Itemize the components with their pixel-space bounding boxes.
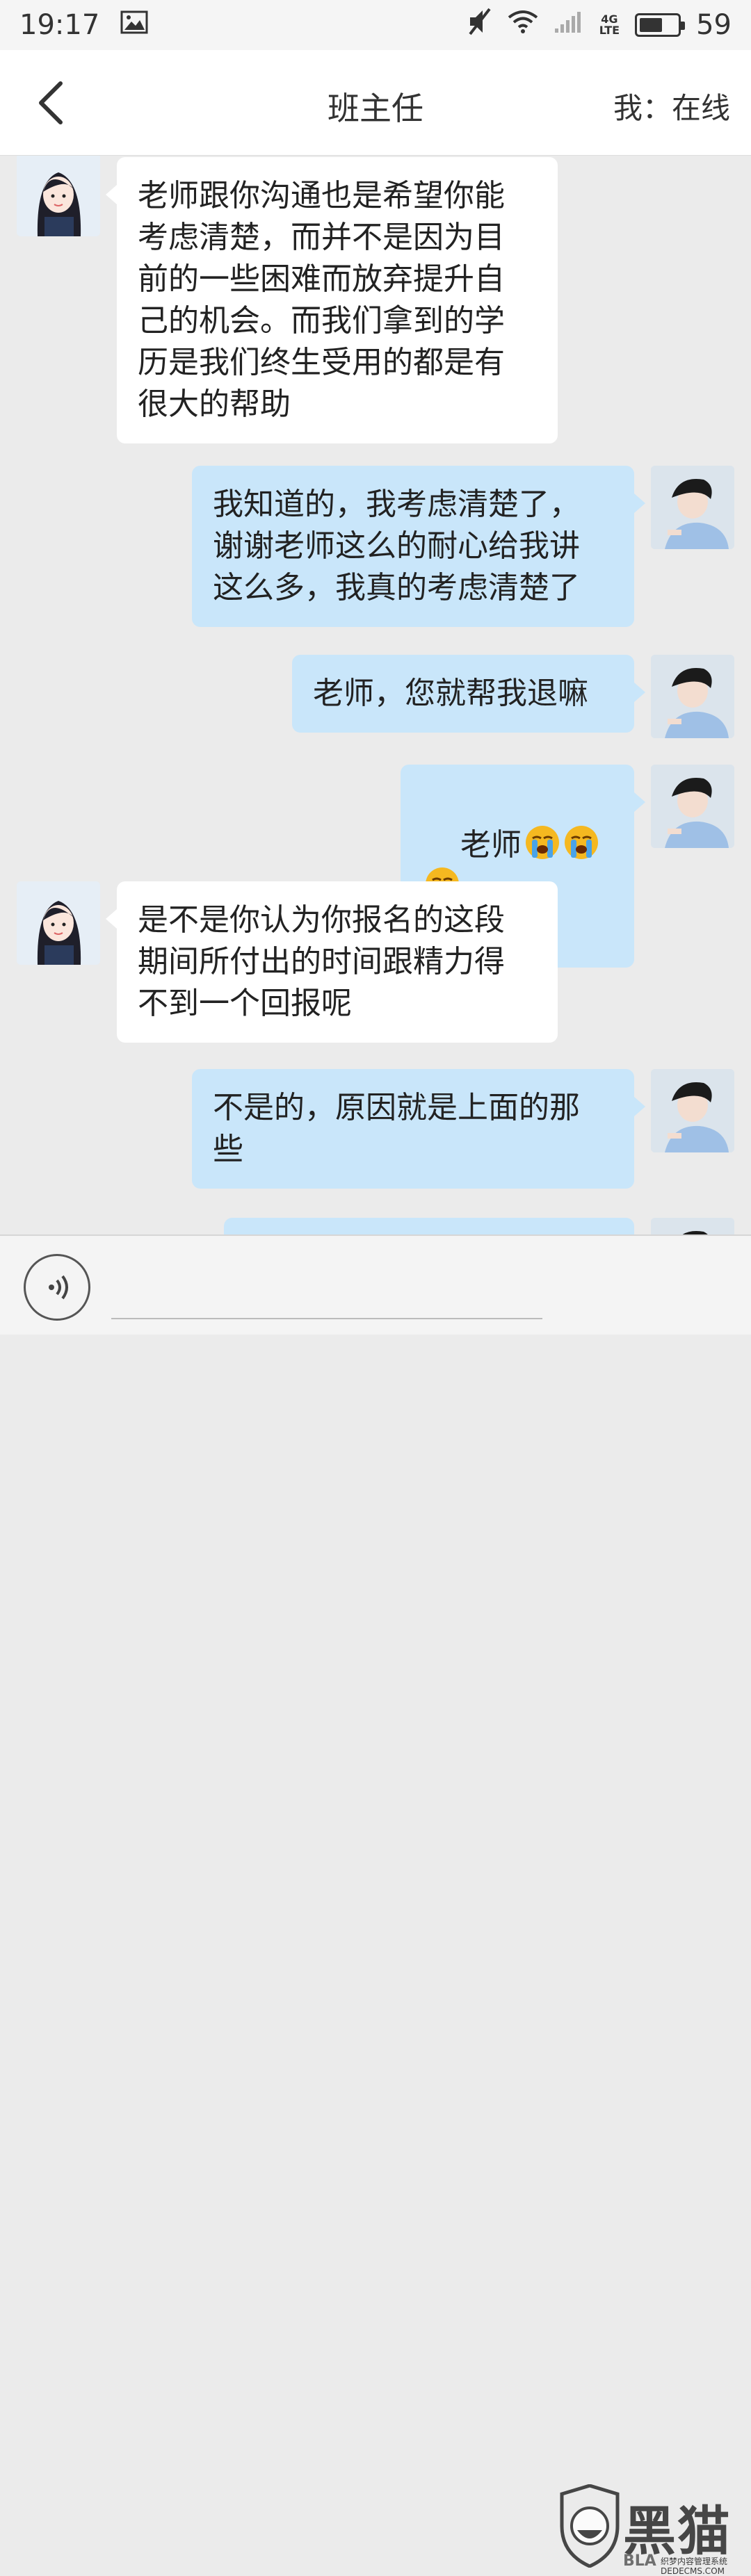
watermark: 黑猫 BLA 织梦内容管理系统 DEDECMS.COM [556, 2484, 751, 2576]
shield-logo-icon [560, 2484, 620, 2568]
status-bar: 19:17 4G LTE 59 [0, 0, 751, 50]
voice-icon [49, 1275, 68, 1300]
signal-icon [554, 9, 584, 41]
teacher-avatar[interactable] [17, 156, 100, 236]
battery-level: 59 [696, 9, 732, 41]
chat-header: 班主任 我：在线 [0, 50, 751, 156]
message-bubble-outgoing[interactable]: 老师，您就帮我退嘛 [292, 655, 645, 733]
message-bubble-outgoing[interactable]: 不是的，原因就是上面的那 些 [192, 1069, 645, 1189]
loudly-crying-face-icon [564, 826, 598, 859]
input-bar: 黑猫 BLA 织梦内容管理系统 DEDECMS.COM [0, 1234, 751, 2576]
my-avatar[interactable] [651, 1218, 734, 1234]
network-type-bottom: LTE [599, 24, 620, 37]
watermark-site: 织梦内容管理系统 DEDECMS.COM [661, 2557, 728, 2576]
status-time: 19:17 [19, 9, 100, 41]
mute-icon [467, 8, 492, 42]
battery-fill [640, 18, 663, 32]
my-avatar[interactable] [651, 1069, 734, 1152]
loudly-crying-face-icon [525, 826, 559, 859]
battery-icon [635, 13, 686, 37]
my-avatar[interactable] [651, 466, 734, 549]
message-bubble-incoming[interactable]: 是不是你认为你报名的这段 期间所付出的时间跟精力得 不到一个回报呢 [106, 881, 558, 1043]
voice-input-button[interactable] [24, 1254, 90, 1321]
message-bubble-incoming[interactable]: 老师跟你沟通也是希望你能 考虑清楚，而并不是因为目 前的一些困难而放弃提升自 己… [106, 157, 558, 443]
my-avatar[interactable] [651, 765, 734, 848]
teacher-avatar[interactable] [17, 881, 100, 965]
message-bubble-outgoing[interactable]: 我知道的，我考虑清楚了， 谢谢老师这么的耐心给我讲 这么多，我真的考虑清楚了 [192, 466, 645, 627]
message-input[interactable] [111, 1260, 542, 1319]
watermark-english: BLA [623, 2552, 656, 2570]
online-status: 我：在线 [613, 91, 730, 125]
message-list[interactable]: 老师跟你沟通也是希望你能 考虑清楚，而并不是因为目 前的一些困难而放弃提升自 己… [0, 156, 751, 1234]
network-type: 4G LTE [599, 14, 620, 36]
my-avatar[interactable] [651, 655, 734, 738]
message-text: 老师 [460, 827, 522, 863]
image-notification-icon [120, 9, 148, 41]
wifi-icon [508, 9, 538, 41]
message-bubble-outgoing-partial[interactable] [224, 1218, 634, 1234]
